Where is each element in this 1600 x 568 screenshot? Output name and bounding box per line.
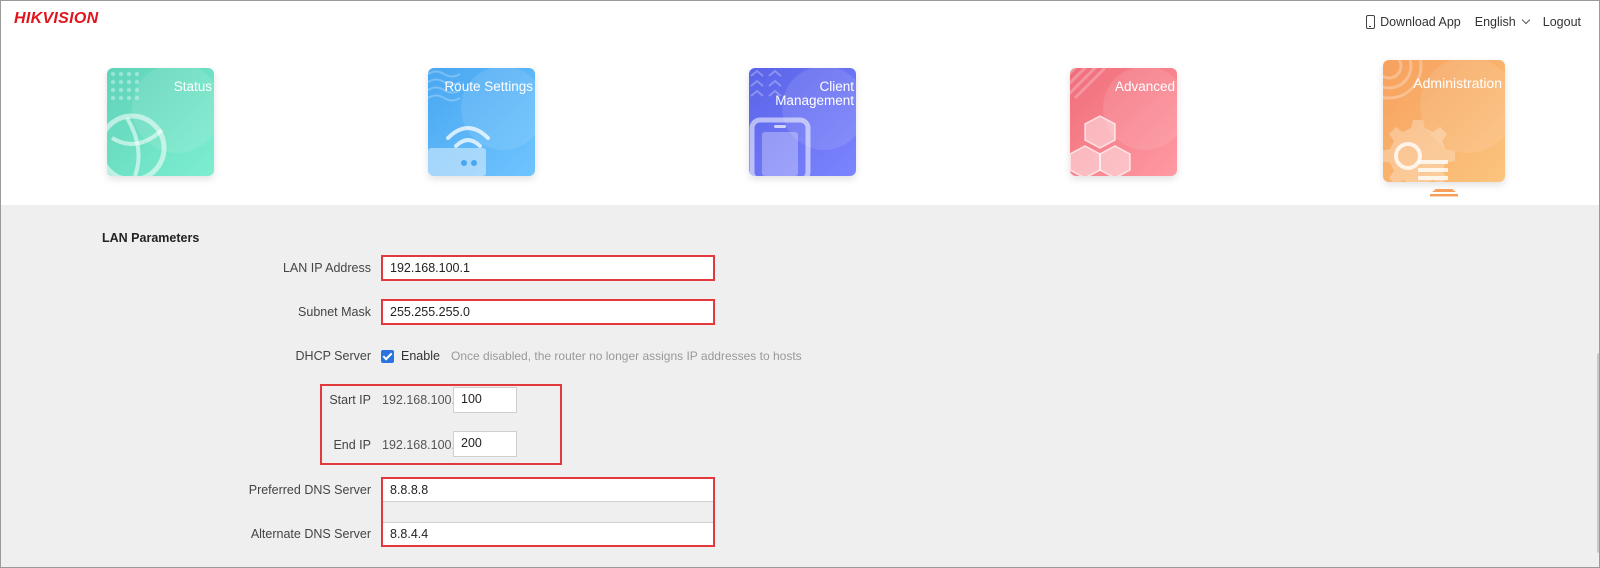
preferred-dns-input[interactable]: 8.8.8.8 (382, 478, 714, 502)
language-select[interactable]: English (1474, 15, 1531, 29)
active-tab-indicator-icon (1430, 189, 1458, 197)
module-tile-advanced[interactable]: Advanced (1070, 68, 1177, 176)
end-ip-input[interactable]: 200 (453, 431, 517, 457)
logout-link[interactable]: Logout (1543, 15, 1581, 29)
download-app-label: Download App (1380, 15, 1461, 29)
module-tile-route-settings[interactable]: Route Settings (428, 68, 535, 176)
module-tile-client-management[interactable]: Client Management (749, 68, 856, 176)
section-title: LAN Parameters (102, 231, 200, 245)
end-ip-prefix: 192.168.100. (382, 438, 455, 452)
router-admin-window: HIKVISION Download App English Logout St… (0, 0, 1600, 568)
module-label-route-settings: Route Settings (444, 79, 533, 94)
top-navigation: Download App English Logout (1352, 15, 1581, 29)
download-app-link[interactable]: Download App (1366, 15, 1461, 29)
language-label: English (1474, 15, 1516, 29)
phone-icon (1366, 15, 1376, 29)
subnet-mask-label: Subnet Mask (298, 305, 371, 319)
module-tile-administration[interactable]: Administration (1383, 60, 1505, 182)
module-label-client-line2: Management (775, 93, 854, 108)
end-ip-label: End IP (333, 438, 371, 452)
dhcp-hint: Once disabled, the router no longer assi… (451, 349, 802, 363)
module-tile-status[interactable]: Status (107, 68, 214, 176)
dhcp-enable-label: Enable (401, 349, 440, 363)
start-ip-label: Start IP (329, 393, 371, 407)
hikvision-logo: HIKVISION (14, 10, 99, 27)
lan-ip-label: LAN IP Address (282, 261, 371, 275)
start-ip-input[interactable]: 100 (453, 387, 517, 413)
module-label-advanced: Advanced (1114, 79, 1175, 94)
dhcp-server-label: DHCP Server (295, 349, 371, 363)
logout-label: Logout (1542, 15, 1581, 29)
module-label-administration: Administration (1413, 75, 1502, 91)
alternate-dns-input[interactable]: 8.8.4.4 (382, 522, 714, 546)
start-ip-prefix: 192.168.100. (382, 393, 455, 407)
preferred-dns-label: Preferred DNS Server (248, 483, 371, 497)
lan-parameters-panel: LAN Parameters LAN IP Address 192.168.10… (1, 205, 1599, 567)
module-label-client-management: Client Management (775, 80, 854, 108)
lan-ip-input[interactable]: 192.168.100.1 (382, 256, 714, 280)
chevron-down-icon (1521, 15, 1531, 25)
alternate-dns-label: Alternate DNS Server (250, 527, 371, 541)
module-label-client-line1: Client (819, 79, 854, 94)
module-label-status: Status (173, 79, 212, 94)
subnet-mask-input[interactable]: 255.255.255.0 (382, 300, 714, 324)
dhcp-enable-checkbox[interactable] (381, 350, 394, 363)
header: HIKVISION Download App English Logout St… (1, 1, 1599, 205)
